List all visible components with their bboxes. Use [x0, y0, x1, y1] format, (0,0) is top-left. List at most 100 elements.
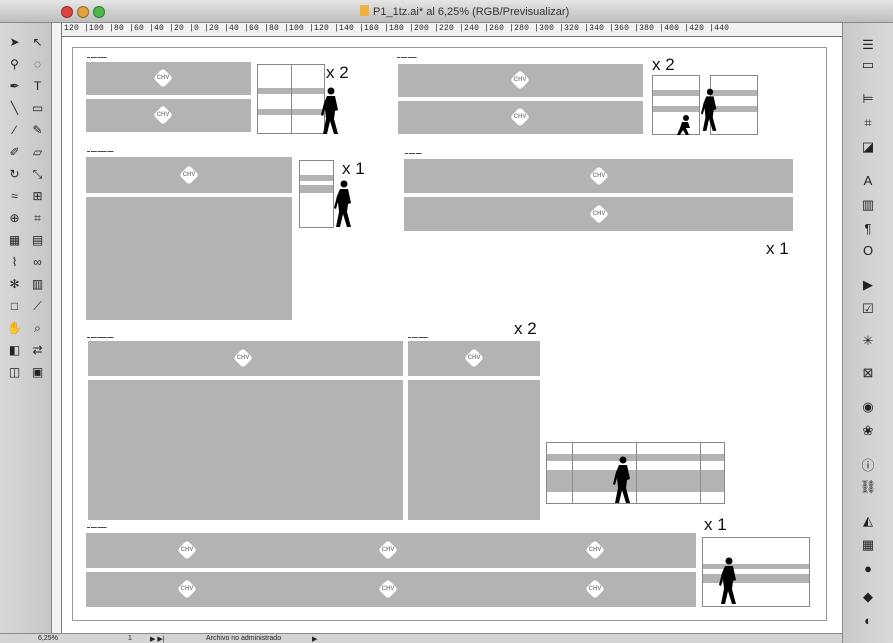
- type-tool-icon[interactable]: T: [26, 75, 49, 97]
- appearance-panel-icon[interactable]: ◉: [859, 399, 877, 415]
- zoom-window-button[interactable]: [93, 6, 105, 18]
- logo-label: CHV: [513, 114, 527, 120]
- multiplier-label: x 1: [766, 239, 789, 258]
- paragraph-panel-icon[interactable]: ¶: [859, 221, 877, 236]
- fill-stroke-swatch-icon[interactable]: ◧: [3, 339, 26, 361]
- logo-label: CHV: [467, 355, 481, 361]
- links-panel-icon[interactable]: ⛓: [859, 479, 877, 495]
- direct-selection-tool-icon[interactable]: ↖: [26, 31, 49, 53]
- eyedropper-tool-icon[interactable]: ⌇: [3, 251, 26, 273]
- panel-dock: ☰ ▭ ⊨ ⌗ ◪ A ▥ ¶ O ▶ ☑ ✳ ⊠ ◉ ❀ ⓘ ⛓ ◭ ▦ ● …: [842, 23, 893, 643]
- close-window-button[interactable]: [61, 6, 73, 18]
- caption-3: ▬ ▬▬ ▬▬▬ ▬▬: [87, 149, 114, 153]
- person-silhouette-icon: [613, 456, 630, 503]
- elevation-frame-1: [257, 64, 325, 134]
- panel-menu-icon[interactable]: ☰: [859, 37, 877, 53]
- document-file-icon: [360, 5, 369, 16]
- flattener-panel-icon[interactable]: ◐: [859, 613, 877, 628]
- multiplier-label: x 1: [342, 159, 365, 178]
- top-ruler[interactable]: 120 |100 |80 |60 |40 |20 |0 |20 |40 |60 …: [62, 23, 842, 37]
- align-panel-icon[interactable]: ⊨: [859, 91, 877, 107]
- pathfinder-panel-icon[interactable]: ◪: [859, 139, 877, 155]
- artboards-panel-icon[interactable]: ▦: [859, 537, 877, 553]
- logo-label: CHV: [381, 586, 395, 592]
- logo-label: CHV: [588, 586, 602, 592]
- zoom-level[interactable]: 6,25%: [38, 635, 58, 642]
- magic-wand-tool-icon[interactable]: ⚲: [3, 53, 26, 75]
- pencil-tool-icon[interactable]: ✎: [26, 119, 49, 141]
- logo-label: CHV: [381, 547, 395, 553]
- color-panel-icon[interactable]: ▭: [859, 57, 877, 73]
- logo-label: CHV: [588, 547, 602, 553]
- document-title: P1_1tz.ai* al 6,25% (RGB/Previsualizar): [360, 5, 569, 18]
- transform-panel-icon[interactable]: ⌗: [859, 115, 877, 131]
- nav-arrows-icon[interactable]: ▶ ▶|: [150, 635, 165, 643]
- swap-colors-icon[interactable]: ⇄: [26, 339, 49, 361]
- caption-4: ▬ ▬▬ ▬▬: [405, 151, 422, 155]
- navigator-panel-icon[interactable]: ⊠: [859, 365, 877, 381]
- status-menu-arrow-icon[interactable]: ▶: [312, 635, 317, 643]
- logo-label: CHV: [236, 355, 250, 361]
- perspective-grid-tool-icon[interactable]: ⌗: [26, 207, 49, 229]
- rotate-tool-icon[interactable]: ↻: [3, 163, 26, 185]
- eraser-tool-icon[interactable]: ▱: [26, 141, 49, 163]
- screen-mode-icon[interactable]: ▣: [26, 361, 49, 383]
- kneeling-person-icon: [677, 115, 690, 135]
- logo-label: CHV: [180, 547, 194, 553]
- warp-tool-icon[interactable]: ≈: [3, 185, 26, 207]
- attributes-panel-icon[interactable]: ☑: [859, 301, 877, 317]
- logo-label: CHV: [592, 173, 606, 179]
- zoom-tool-icon[interactable]: ⌕: [26, 317, 49, 339]
- window-titlebar: P1_1tz.ai* al 6,25% (RGB/Previsualizar): [0, 0, 893, 23]
- free-transform-tool-icon[interactable]: ⊞: [26, 185, 49, 207]
- scale-tool-icon[interactable]: ⤡: [26, 163, 49, 185]
- symbol-sprayer-tool-icon[interactable]: ✻: [3, 273, 26, 295]
- document-canvas[interactable]: ▬ ▬▬ ▬▬▬ CHV CHV x 2 ▬ ▬▬ ▬▬▬ CHV CHV x …: [62, 37, 842, 633]
- pen-tool-icon[interactable]: ✒: [3, 75, 26, 97]
- document-info-panel-icon[interactable]: ⓘ: [859, 455, 877, 474]
- elevation-frame-5: [546, 442, 725, 504]
- blend-tool-icon[interactable]: ∞: [26, 251, 49, 273]
- artboard-tool-icon[interactable]: □: [3, 295, 26, 317]
- line-tool-icon[interactable]: ╲: [3, 97, 26, 119]
- page-number[interactable]: 1: [128, 635, 132, 642]
- paintbrush-tool-icon[interactable]: ∕: [3, 119, 26, 141]
- lasso-tool-icon[interactable]: ◌: [26, 53, 49, 75]
- tools-panel: ➤ ↖ ⚲ ◌ ✒ T ╲ ▭ ∕ ✎ ✐ ▱ ↻ ⤡ ≈ ⊞ ⊕ ⌗ ▦ ▤ …: [0, 23, 52, 633]
- caption-1: ▬ ▬▬ ▬▬▬: [87, 55, 107, 59]
- multiplier-label: x 2: [514, 319, 537, 338]
- person-silhouette-icon: [700, 88, 717, 131]
- logo-label: CHV: [180, 586, 194, 592]
- brushes-panel-icon[interactable]: ●: [859, 561, 877, 576]
- actions-panel-icon[interactable]: ▶: [859, 277, 877, 293]
- mesh-tool-icon[interactable]: ▦: [3, 229, 26, 251]
- multiplier-label: x 2: [326, 63, 349, 82]
- caption-2: ▬ ▬▬ ▬▬▬: [397, 55, 417, 59]
- shape-builder-tool-icon[interactable]: ⊕: [3, 207, 26, 229]
- slice-tool-icon[interactable]: ⟋: [26, 295, 49, 317]
- left-ruler[interactable]: [52, 23, 62, 633]
- hand-tool-icon[interactable]: ✋: [3, 317, 26, 339]
- logo-label: CHV: [156, 75, 170, 81]
- blob-brush-tool-icon[interactable]: ✐: [3, 141, 26, 163]
- logo-label: CHV: [182, 172, 196, 178]
- draw-mode-icon[interactable]: ◫: [3, 361, 26, 383]
- rectangle-tool-icon[interactable]: ▭: [26, 97, 49, 119]
- opentype-panel-icon[interactable]: O: [859, 243, 877, 258]
- selection-tool-icon[interactable]: ➤: [3, 31, 26, 53]
- graph-panel-icon[interactable]: ▥: [859, 197, 877, 213]
- multiplier-label: x 2: [652, 55, 675, 74]
- person-silhouette-icon: [334, 180, 351, 227]
- minimize-window-button[interactable]: [77, 6, 89, 18]
- gradient-tool-icon[interactable]: ▤: [26, 229, 49, 251]
- caption-7: ▬ ▬▬ ▬▬▬: [87, 525, 107, 529]
- symbols-panel-icon[interactable]: ✳: [859, 333, 877, 349]
- panel-6-large: [408, 380, 540, 520]
- column-graph-tool-icon[interactable]: ▥: [26, 273, 49, 295]
- graphic-styles-panel-icon[interactable]: ❀: [859, 423, 877, 439]
- stroke-panel-icon[interactable]: ◆: [859, 589, 877, 605]
- panel-3-large: [86, 197, 292, 320]
- character-panel-icon[interactable]: A: [859, 173, 877, 188]
- layers-panel-icon[interactable]: ◭: [859, 513, 877, 529]
- document-title-text: P1_1tz.ai* al 6,25% (RGB/Previsualizar): [373, 6, 570, 18]
